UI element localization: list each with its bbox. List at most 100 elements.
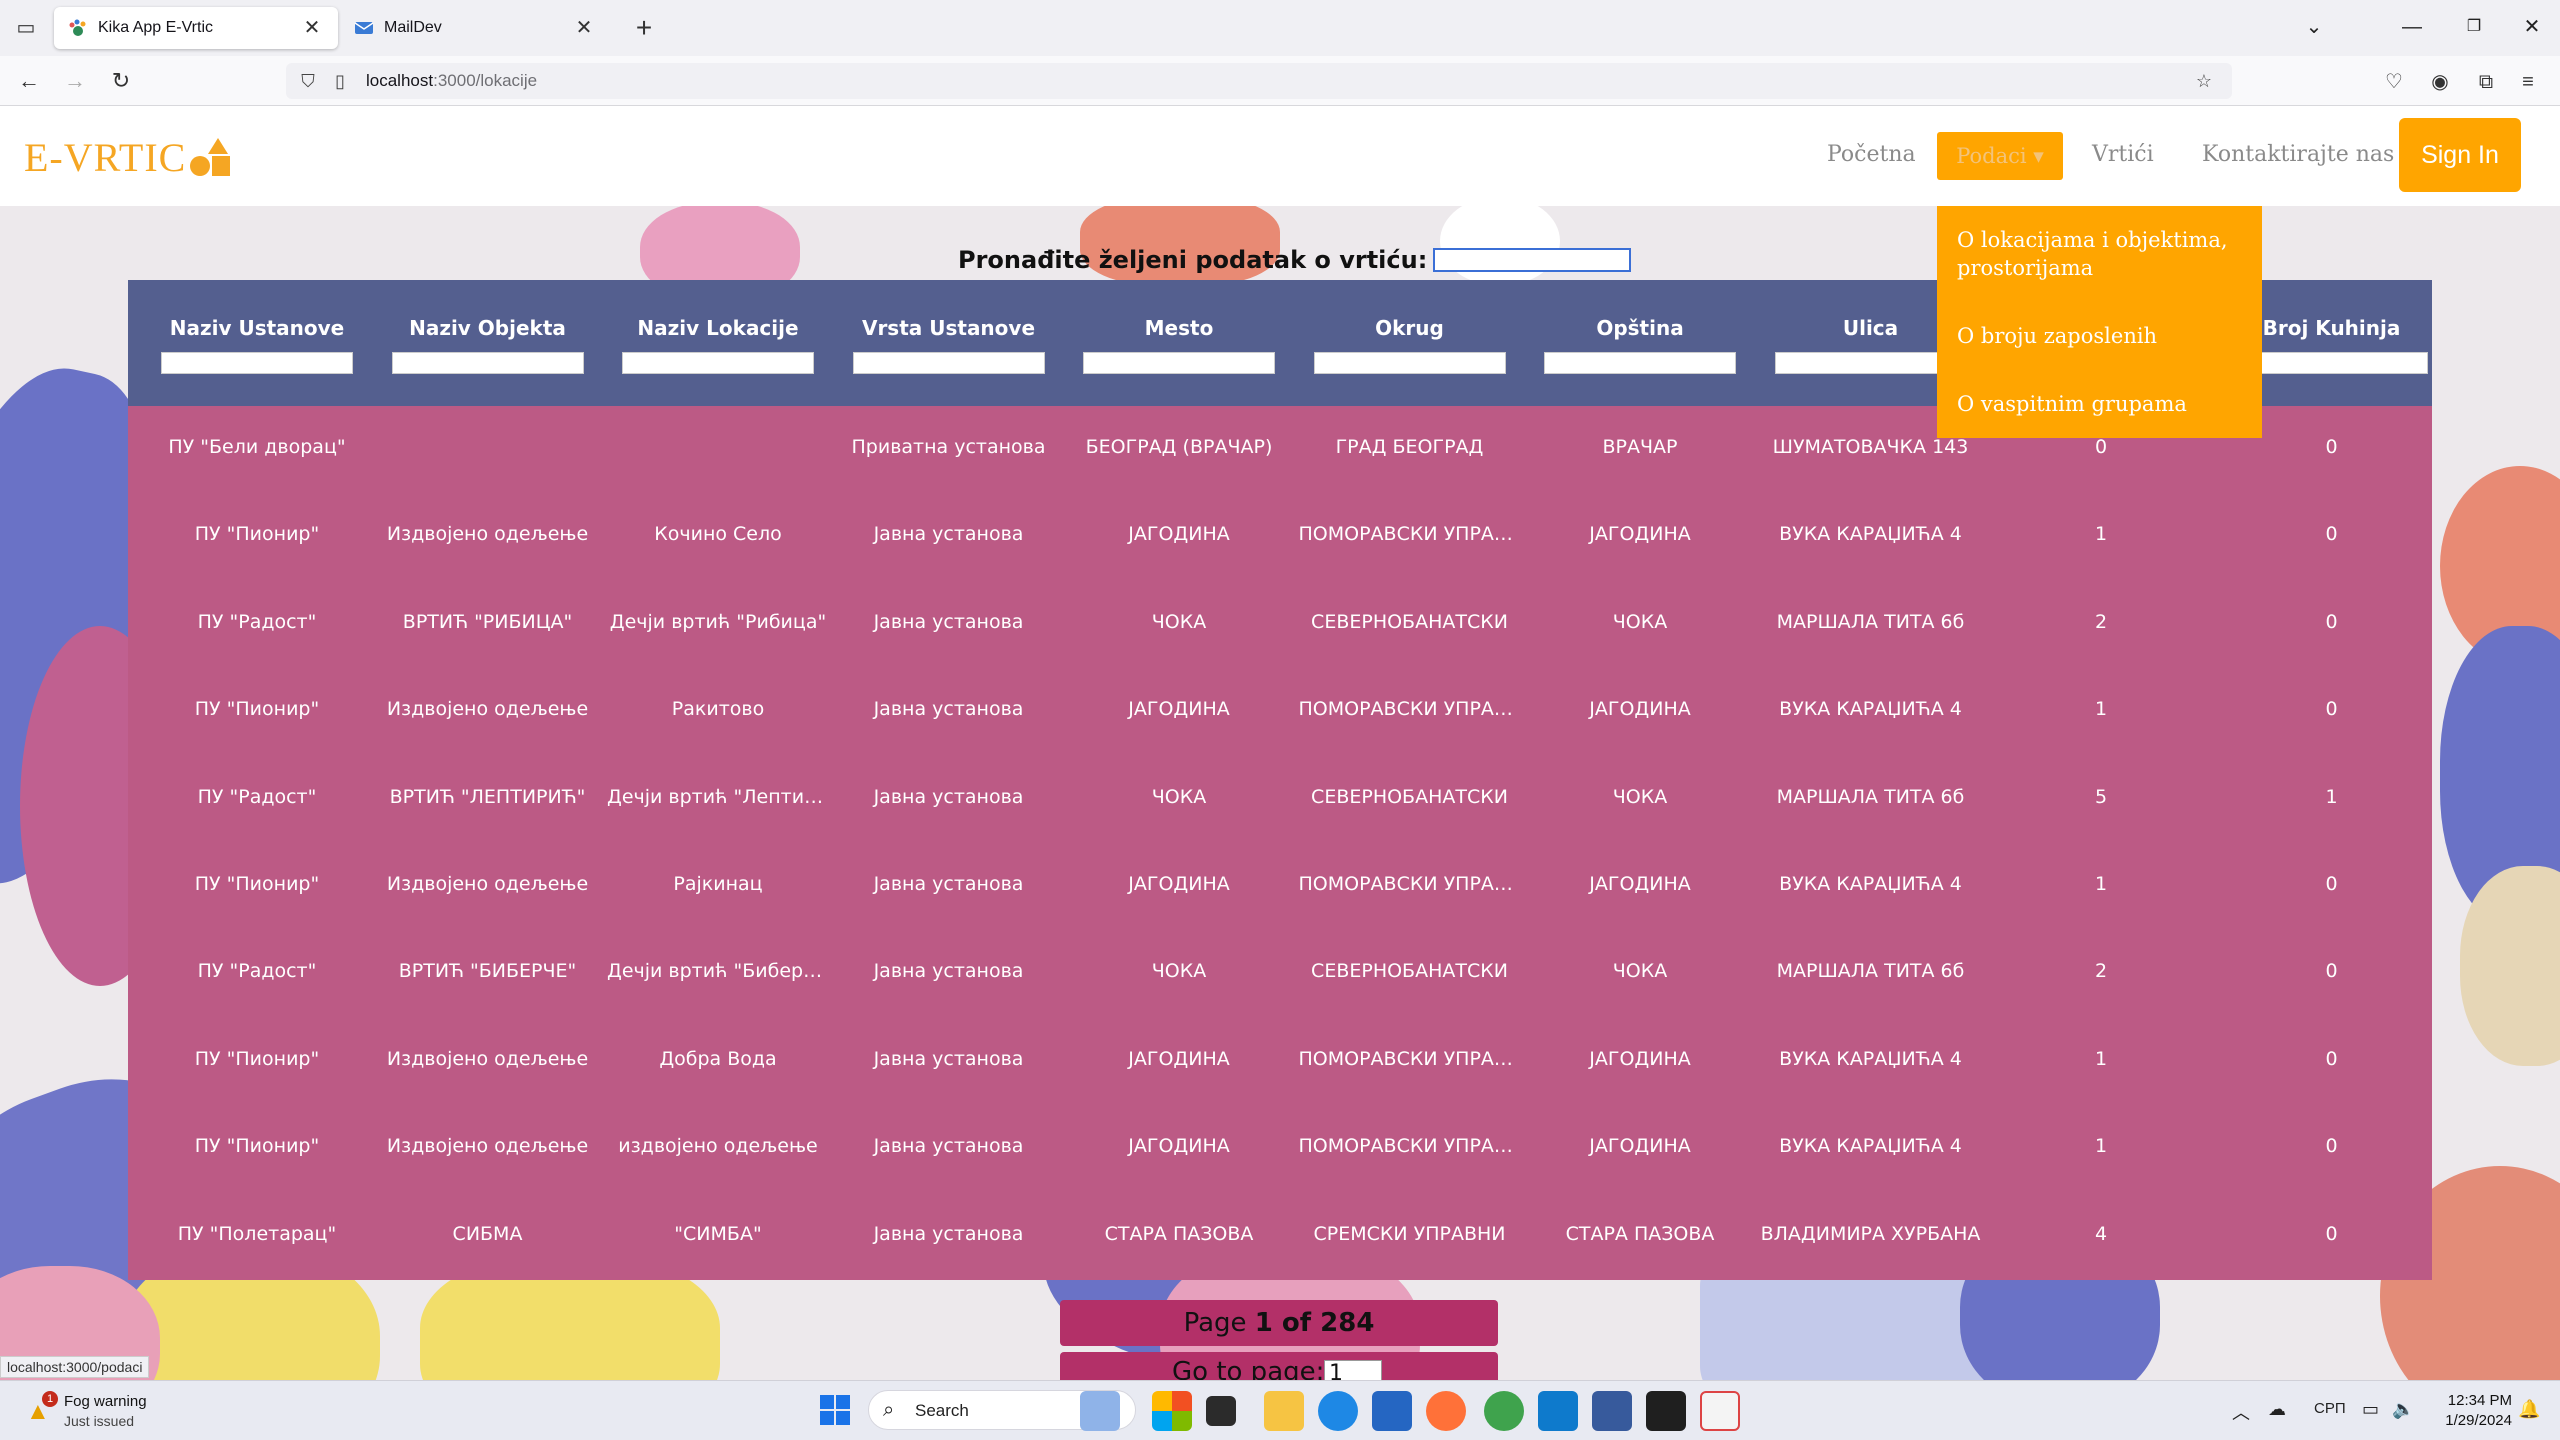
column-filter-input[interactable] xyxy=(2235,352,2428,374)
column-filter-input[interactable] xyxy=(622,352,814,374)
show-hidden-icons-icon[interactable]: ︿ xyxy=(2232,1399,2250,1425)
table-cell: 0 xyxy=(2325,436,2338,458)
green-app-icon[interactable] xyxy=(1484,1391,1524,1431)
shield-icon[interactable]: ⛉ xyxy=(296,69,320,93)
copilot-app-icon[interactable] xyxy=(1152,1391,1192,1431)
windows-start-icon[interactable] xyxy=(818,1393,852,1427)
firefox-icon[interactable] xyxy=(1426,1391,1466,1431)
sign-in-button[interactable]: Sign In xyxy=(2399,118,2521,192)
clock[interactable]: 12:34 PM 1/29/2024 xyxy=(2432,1391,2512,1431)
weather-widget[interactable]: ▲ 1 Fog warning Just issued xyxy=(26,1391,226,1433)
column-header[interactable]: Opština xyxy=(1525,316,1755,340)
search-label: Pronađite željeni podatak o vrtiću: xyxy=(958,246,1428,274)
column-filter-input[interactable] xyxy=(852,352,1045,374)
column-header[interactable]: Naziv Ustanove xyxy=(142,316,372,340)
dropdown-item-groups[interactable]: O vaspitnim grupama xyxy=(1957,390,2247,418)
table-cell: ВУКА КАРАЏИЋА 4 xyxy=(1779,1135,1962,1158)
tab-list-icon[interactable]: ▭ xyxy=(12,14,40,42)
table-row[interactable]: ПУ "Радост" ВРТИЋ "РИБИЦА" Дечји вртић "Ри… xyxy=(128,581,2432,668)
notifications-bell-icon[interactable]: 🔔 xyxy=(2518,1399,2540,1420)
column-header[interactable]: Vrsta Ustanove xyxy=(834,316,1064,340)
table-cell: 0 xyxy=(2325,523,2338,546)
volume-icon[interactable]: 🔈 xyxy=(2392,1399,2414,1420)
column-header[interactable]: Mesto xyxy=(1064,316,1294,340)
table-row[interactable]: ПУ "Пионир" Издвојено одељење Рајкинац Јавн… xyxy=(128,843,2432,930)
network-icon[interactable]: ▭ xyxy=(2362,1399,2379,1420)
global-search-input[interactable] xyxy=(1433,248,1632,272)
menu-hamburger-icon[interactable]: ≡ xyxy=(2514,68,2542,96)
table-cell: Јавна установа xyxy=(873,1135,1024,1158)
edge-browser-icon[interactable] xyxy=(1318,1391,1358,1431)
table-cell: СТАРА ПАЗОВА xyxy=(1104,1222,1254,1245)
nav-data-dropdown[interactable]: Podaci ▾ xyxy=(1937,132,2063,180)
table-row[interactable]: ПУ "Полетарац" СИБМА "СИМБА" Јавна установа… xyxy=(128,1193,2432,1280)
site-logo[interactable]: E-VRTIC xyxy=(24,134,186,181)
forward-arrow-icon[interactable]: → xyxy=(58,64,92,98)
bookmark-star-icon[interactable]: ☆ xyxy=(2192,69,2216,93)
reload-icon[interactable]: ↻ xyxy=(104,64,138,98)
vscode-icon[interactable] xyxy=(1538,1391,1578,1431)
restore-icon[interactable]: ❐ xyxy=(2454,10,2494,44)
clock-date: 1/29/2024 xyxy=(2445,1412,2512,1429)
tab-overflow-chevron-icon[interactable]: ⌄ xyxy=(2294,10,2334,44)
table-row[interactable]: ПУ "Пионир" Издвојено одељење Добра Вода Ја… xyxy=(128,1018,2432,1105)
blue-app-icon[interactable] xyxy=(1592,1391,1632,1431)
table-cell: Ракитово xyxy=(671,698,765,721)
table-row[interactable]: ПУ "Пионир" Издвојено одељење Кочино Село Ј… xyxy=(128,493,2432,580)
dropdown-item-employees[interactable]: O broju zaposlenih xyxy=(1957,322,2247,350)
table-cell: Издвојено одељење xyxy=(386,523,589,546)
nav-kindergartens[interactable]: Vrtići xyxy=(2092,142,2154,167)
taskbar-search-label: Search xyxy=(915,1401,969,1420)
store-app-icon[interactable] xyxy=(1372,1391,1412,1431)
paw-favicon-icon xyxy=(68,18,88,38)
table-cell: 0 xyxy=(2325,873,2338,895)
table-cell: ГРАД БЕОГРАД xyxy=(1335,436,1484,458)
table-cell: СЕВЕРНОБАНАТСКИ xyxy=(1311,610,1508,633)
table-cell: ПУ "Радост" xyxy=(197,785,317,808)
new-tab-icon[interactable]: + xyxy=(628,12,660,44)
url-text[interactable]: localhost:3000/lokacije xyxy=(366,71,537,91)
dropdown-item-locations[interactable]: O lokacijama i objektima, prostorijama xyxy=(1957,226,2247,282)
column-header[interactable]: Okrug xyxy=(1295,316,1525,340)
column-header[interactable]: Naziv Objekta xyxy=(373,316,603,340)
url-bar[interactable]: ⛉ ▯ localhost:3000/lokacije ☆ xyxy=(286,63,2232,99)
widgets-app-icon[interactable] xyxy=(1080,1391,1120,1431)
close-tab-icon[interactable]: ✕ xyxy=(300,16,324,40)
table-row[interactable]: ПУ "Пионир" Издвојено одељење Ракитово Јавн… xyxy=(128,668,2432,755)
table-cell: ПОМОРАВСКИ УПРАВНИ xyxy=(1298,523,1525,546)
table-row[interactable]: ПУ "Радост" ВРТИЋ "ЛЕПТИРИЋ" Дечји вртић "… xyxy=(128,756,2432,843)
column-filter-input[interactable] xyxy=(391,352,584,374)
column-filter-input[interactable] xyxy=(161,352,353,374)
column-filter-input[interactable] xyxy=(1544,352,1736,374)
table-cell: Издвојено одељење xyxy=(386,873,589,895)
column-filter-input[interactable] xyxy=(1313,352,1506,374)
table-row[interactable]: ПУ "Радост" ВРТИЋ "БИБЕРЧЕ" Дечји вртић "Б… xyxy=(128,930,2432,1017)
pocket-icon[interactable]: ♡ xyxy=(2380,68,2408,96)
table-cell: Приватна установа xyxy=(851,436,1046,458)
back-arrow-icon[interactable]: ← xyxy=(12,64,46,98)
tab-kika-app[interactable]: Kika App E-Vrtic ✕ xyxy=(54,7,338,49)
page-info-icon[interactable]: ▯ xyxy=(328,69,352,93)
file-explorer-icon[interactable] xyxy=(1264,1391,1304,1431)
table-cell: БЕОГРАД (ВРАЧАР) xyxy=(1085,436,1273,458)
go-to-page-input[interactable]: 1 xyxy=(1324,1360,1382,1380)
column-filter-input[interactable] xyxy=(1083,352,1275,374)
cloud-sync-icon[interactable]: ☁ xyxy=(2268,1399,2286,1420)
table-row[interactable]: ПУ "Пионир" Издвојено одељење издвојено од… xyxy=(128,1105,2432,1192)
task-view-icon[interactable] xyxy=(1206,1396,1236,1426)
close-window-icon[interactable]: ✕ xyxy=(2512,10,2552,44)
nav-home[interactable]: Početna xyxy=(1827,142,1916,167)
column-header[interactable]: Naziv Lokacije xyxy=(603,316,833,340)
site-header: E-VRTIC Početna Podaci ▾ Vrtići Kontakti… xyxy=(0,106,2560,206)
language-indicator[interactable]: СРП xyxy=(2314,1400,2346,1417)
table-cell: 0 xyxy=(2325,1135,2338,1158)
nav-contact[interactable]: Kontaktirajte nas xyxy=(2202,142,2394,167)
account-icon[interactable]: ◉ xyxy=(2426,68,2454,96)
tab-maildev[interactable]: MailDev ✕ xyxy=(340,7,610,49)
notification-badge: 1 xyxy=(42,1391,58,1407)
terminal-icon[interactable] xyxy=(1646,1391,1686,1431)
snipping-tool-icon[interactable] xyxy=(1700,1391,1740,1431)
extensions-icon[interactable]: ⧉ xyxy=(2472,68,2500,96)
minimize-icon[interactable]: — xyxy=(2392,10,2432,44)
close-tab-icon[interactable]: ✕ xyxy=(572,16,596,40)
